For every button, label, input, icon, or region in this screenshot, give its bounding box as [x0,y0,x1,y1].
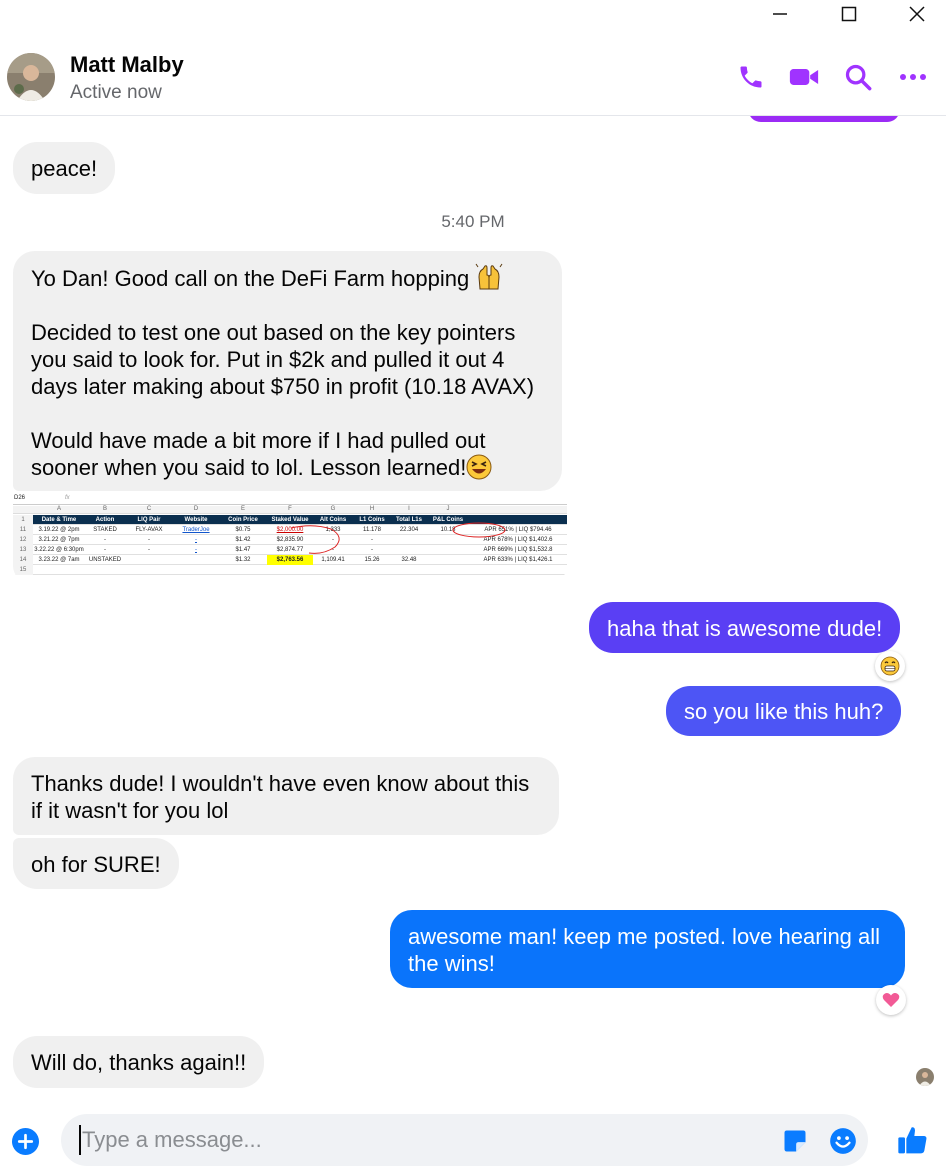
message-text: Decided to test one out based on the key… [31,320,535,399]
column-letter: H [369,506,375,512]
column-letter: E [240,506,245,512]
conversation-header: Matt Malby Active now [0,40,946,116]
incoming-message[interactable]: Thanks dude! I wouldn't have even know a… [13,757,559,835]
spreadsheet-image-attachment[interactable]: D26 fx A B C D E F G H I J 1 Date & Time Action LIQ … [13,494,567,582]
outgoing-message[interactable]: haha that is awesome dude! [589,602,901,653]
send-like-button[interactable] [897,1123,929,1157]
search-conversation-button[interactable] [843,62,873,92]
audio-call-button[interactable] [736,62,766,92]
annotation-arrow [290,525,340,554]
cell-reference: D26 [14,495,26,501]
plus-circle-icon [12,1128,39,1155]
minimize-button[interactable] [757,0,803,28]
message-input[interactable] [79,1125,769,1155]
outgoing-message[interactable]: awesome man! keep me posted. love hearin… [390,910,905,988]
grinning-emoji-icon [880,656,900,676]
more-icon [900,74,926,80]
column-letter: B [102,506,107,512]
laughing-squint-emoji-icon [466,454,492,480]
message-timestamp: 5:40 PM [441,212,505,231]
contact-name[interactable]: Matt Malby [70,52,184,78]
minimize-icon [773,13,787,15]
message-reaction[interactable] [876,985,906,1015]
video-call-button[interactable] [789,62,819,92]
incoming-message[interactable]: peace! [13,142,116,194]
close-icon [909,6,925,22]
annotation-circle [452,522,506,538]
formula-icon: fx [65,495,70,501]
annotation-marks [290,522,506,554]
emoji-button[interactable] [829,1127,857,1155]
column-letter: A [56,506,61,512]
more-options-button[interactable] [898,62,928,92]
message-reaction[interactable] [875,651,905,681]
message-composer [61,1114,868,1166]
maximize-icon [841,6,857,22]
incoming-message[interactable]: Yo Dan! Good call on the DeFi Farm hoppi… [13,251,562,491]
outgoing-message[interactable]: so you like this huh? [666,686,902,736]
incoming-message[interactable]: Will do, thanks again!! [13,1036,265,1088]
smiley-icon [830,1128,856,1154]
seen-indicator-avatar [916,1068,934,1086]
column-letter: G [330,506,336,512]
column-letter: J [446,506,450,512]
column-letter: I [408,506,410,512]
video-icon [789,69,819,85]
incoming-message[interactable]: oh for SURE! [13,838,179,889]
sticker-button[interactable] [781,1127,809,1155]
message-text: Yo Dan! Good call on the DeFi Farm hoppi… [31,266,470,291]
sticker-icon [784,1130,806,1152]
more-actions-button[interactable] [12,1128,39,1155]
column-letter: D [193,506,199,512]
maximize-button[interactable] [826,0,872,28]
contact-avatar[interactable] [7,53,55,101]
column-letters: A B C D E F G H I J [13,506,567,514]
heart-emoji-icon [882,993,900,1007]
search-icon [845,64,872,91]
raised-hands-emoji-icon [475,263,503,290]
thumbs-up-icon [898,1127,927,1154]
spreadsheet-grid: 1 Date & Time Action LIQ Pair Website Coin Pr… [13,515,567,582]
contact-status: Active now [70,82,162,103]
column-letter: F [288,506,292,512]
phone-icon [740,66,762,88]
message-text: Would have made a bit more if I had pull… [31,428,486,480]
column-letter: C [146,506,152,512]
close-button[interactable] [894,0,940,28]
